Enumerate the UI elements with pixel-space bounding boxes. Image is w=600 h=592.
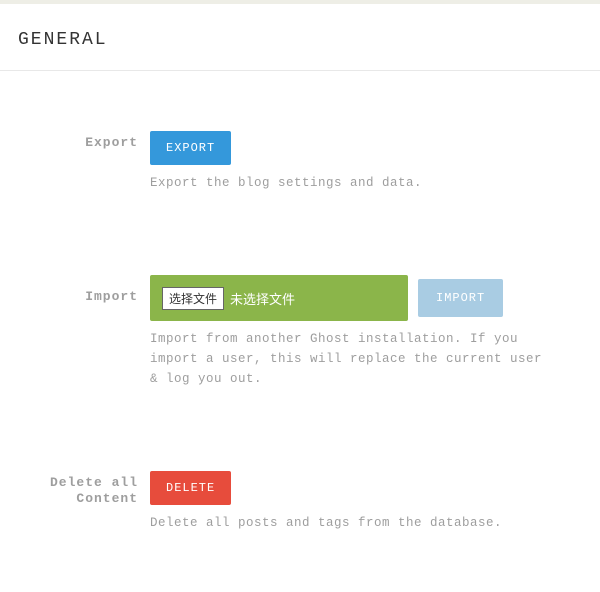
- page-title: GENERAL: [0, 4, 600, 71]
- settings-content: Export EXPORT Export the blog settings a…: [0, 71, 600, 533]
- export-row: Export EXPORT Export the blog settings a…: [0, 131, 600, 193]
- delete-row: Delete all Content DELETE Delete all pos…: [0, 471, 600, 533]
- import-label: Import: [14, 275, 150, 389]
- choose-file-button[interactable]: 选择文件: [162, 287, 224, 310]
- import-description: Import from another Ghost installation. …: [150, 329, 550, 389]
- import-file-input[interactable]: 选择文件 未选择文件: [150, 275, 408, 321]
- export-button[interactable]: EXPORT: [150, 131, 231, 165]
- delete-field: DELETE Delete all posts and tags from th…: [150, 471, 586, 533]
- delete-description: Delete all posts and tags from the datab…: [150, 513, 550, 533]
- import-controls: 选择文件 未选择文件 IMPORT: [150, 275, 586, 321]
- import-field: 选择文件 未选择文件 IMPORT Import from another Gh…: [150, 275, 586, 389]
- import-row: Import 选择文件 未选择文件 IMPORT Import from ano…: [0, 275, 600, 389]
- delete-label: Delete all Content: [14, 471, 150, 533]
- import-button[interactable]: IMPORT: [418, 279, 503, 317]
- file-status-text: 未选择文件: [230, 289, 295, 308]
- export-field: EXPORT Export the blog settings and data…: [150, 131, 586, 193]
- export-label: Export: [14, 131, 150, 193]
- delete-button[interactable]: DELETE: [150, 471, 231, 505]
- export-description: Export the blog settings and data.: [150, 173, 550, 193]
